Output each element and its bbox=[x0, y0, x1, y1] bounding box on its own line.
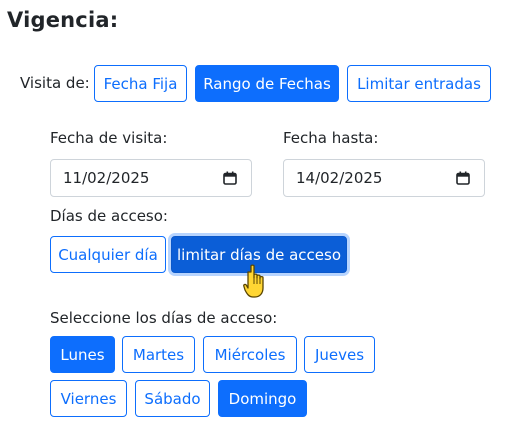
any-day-button[interactable]: Cualquier día bbox=[50, 236, 166, 273]
end-date-label: Fecha hasta: bbox=[283, 129, 379, 147]
access-days-label: Días de acceso: bbox=[50, 207, 168, 225]
select-days-label: Seleccione los días de acceso: bbox=[50, 309, 278, 327]
day-martes-button[interactable]: Martes bbox=[122, 336, 195, 373]
visit-date-input[interactable]: 11/02/2025 bbox=[50, 159, 252, 197]
visit-date-label: Fecha de visita: bbox=[50, 129, 168, 147]
hand-pointer-icon bbox=[243, 264, 264, 298]
day-lunes-button[interactable]: Lunes bbox=[50, 336, 115, 373]
day-jueves-button[interactable]: Jueves bbox=[304, 336, 375, 373]
calendar-icon[interactable] bbox=[456, 171, 470, 185]
visit-type-fecha-fija-button[interactable]: Fecha Fija bbox=[94, 65, 187, 102]
day-viernes-button[interactable]: Viernes bbox=[50, 380, 127, 417]
visit-type-label: Visita de: bbox=[20, 74, 90, 92]
day-sabado-button[interactable]: Sábado bbox=[135, 380, 210, 417]
day-domingo-button[interactable]: Domingo bbox=[218, 380, 307, 417]
visit-date-value: 11/02/2025 bbox=[63, 169, 150, 187]
visit-type-rango-fechas-button[interactable]: Rango de Fechas bbox=[195, 65, 339, 102]
calendar-icon[interactable] bbox=[223, 171, 237, 185]
visit-type-limitar-entradas-button[interactable]: Limitar entradas bbox=[347, 65, 491, 102]
day-miercoles-button[interactable]: Miércoles bbox=[203, 336, 297, 373]
end-date-value: 14/02/2025 bbox=[296, 169, 383, 187]
end-date-input[interactable]: 14/02/2025 bbox=[283, 159, 485, 197]
section-heading: Vigencia: bbox=[7, 8, 119, 32]
